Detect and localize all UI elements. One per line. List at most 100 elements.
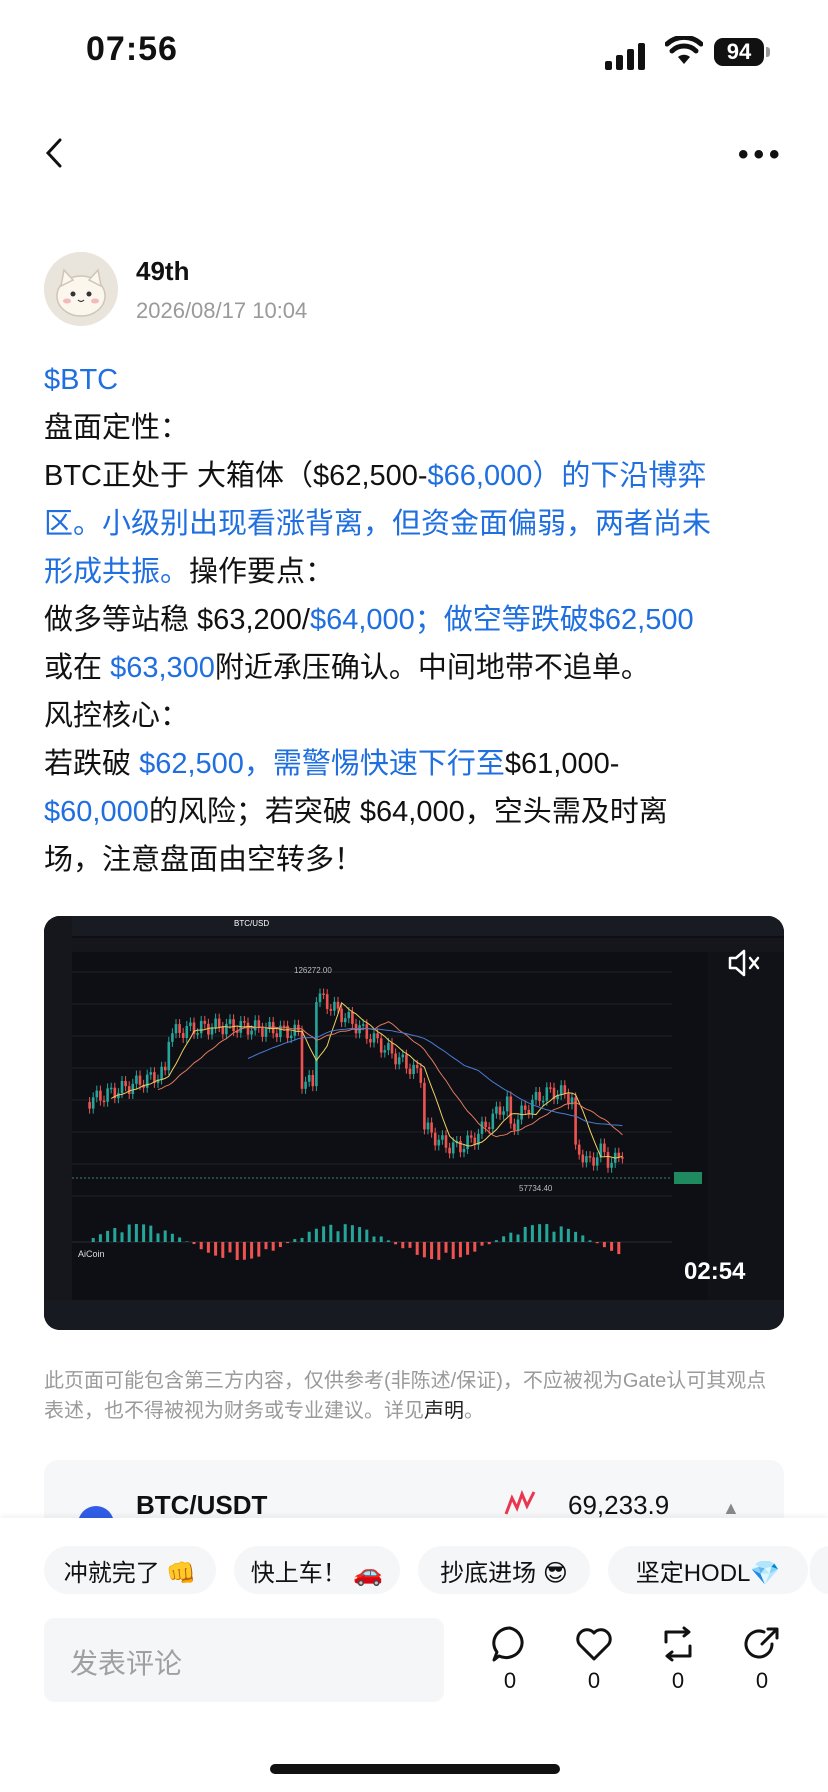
macd-bar	[156, 1233, 160, 1242]
chart-high-label: 126272.00	[294, 966, 332, 975]
post-line: 若跌破 $62,500，需警惕快速下行至$61,000-	[44, 740, 784, 788]
candle-body	[538, 1092, 541, 1102]
candle-body	[243, 1020, 246, 1023]
post-line: 盘面定性：	[44, 404, 784, 452]
candle-body	[185, 1026, 189, 1038]
back-arrow-icon[interactable]	[40, 138, 70, 168]
post-line: 场，注意盘面由空转多！	[44, 836, 784, 884]
macd-bar	[365, 1229, 369, 1242]
quick-reply-chip[interactable]: 坚定HODL💎	[608, 1546, 808, 1594]
macd-bar	[98, 1234, 102, 1242]
candle-body	[199, 1020, 203, 1034]
candle-body	[264, 1027, 268, 1037]
post-link-text[interactable]: 形成共振。	[44, 556, 189, 588]
author-name[interactable]: 49th	[136, 256, 189, 287]
video-duration: 02:54	[684, 1258, 746, 1285]
candle-body	[577, 1144, 581, 1155]
mute-icon[interactable]	[726, 946, 762, 980]
candle-body	[491, 1113, 495, 1129]
candle-body	[379, 1038, 383, 1053]
candle-body	[340, 1008, 343, 1023]
post-link-text[interactable]: $66,000）的下沿博弈	[428, 460, 707, 492]
quick-reply-chip[interactable]: 抄底进场 😎	[418, 1546, 590, 1594]
repost-icon	[664, 1626, 692, 1662]
candle-body	[523, 1105, 527, 1110]
repost-button[interactable]: 0	[650, 1624, 706, 1704]
chevron-up-icon[interactable]: ▲	[722, 1498, 740, 1519]
quick-reply-chip[interactable]: 快上车！ 🚗	[234, 1546, 400, 1594]
candlestick-chart	[72, 952, 784, 1300]
macd-bar	[473, 1242, 477, 1252]
video-chart-toolbar	[72, 938, 784, 952]
candle-body	[275, 1033, 279, 1038]
macd-bar	[350, 1225, 354, 1242]
post-content: $BTC 盘面定性： BTC正处于 大箱体（$62,500-$66,000）的下沿博…	[44, 356, 784, 884]
more-options-icon[interactable]: •••	[738, 140, 785, 170]
candle-body	[217, 1018, 221, 1028]
quick-reply-chip[interactable]: 冲就完了 👊	[44, 1546, 216, 1594]
candle-body	[102, 1100, 106, 1103]
post-link-text[interactable]: $60,000	[44, 796, 149, 828]
candle-body	[610, 1162, 613, 1168]
candle-body	[603, 1143, 606, 1153]
candle-body	[408, 1068, 412, 1075]
macd-bar	[178, 1237, 182, 1242]
candle-body	[135, 1075, 138, 1084]
comment-button[interactable]: 0	[482, 1624, 538, 1704]
macd-bar	[329, 1224, 333, 1242]
macd-bar	[401, 1242, 405, 1249]
candle-body	[369, 1038, 372, 1043]
candle-body	[495, 1106, 498, 1114]
candle-body	[127, 1086, 131, 1094]
post-link-text[interactable]: $63,300	[110, 652, 215, 684]
candle-body	[498, 1106, 502, 1115]
battery-indicator: 94	[714, 38, 764, 66]
macd-bar	[595, 1242, 599, 1244]
macd-bar	[336, 1231, 340, 1242]
candle-body	[592, 1157, 595, 1166]
like-button[interactable]: 0	[566, 1624, 622, 1704]
macd-bar	[451, 1242, 455, 1259]
candle-body	[178, 1024, 181, 1033]
aicoin-watermark: AiCoin	[78, 1249, 105, 1259]
post-link-text[interactable]: $BTC	[44, 364, 118, 396]
post-text: 盘面定性：	[44, 412, 190, 444]
post-line: $60,000的风险；若突破 $64,000，空头需及时离	[44, 788, 784, 836]
candle-body	[228, 1019, 232, 1024]
candle-body	[484, 1121, 487, 1128]
candle-body	[466, 1135, 469, 1150]
macd-bar	[458, 1242, 462, 1258]
post-line: $BTC	[44, 356, 784, 404]
macd-bar	[422, 1242, 426, 1258]
candle-body	[250, 1030, 253, 1035]
post-line: BTC正处于 大箱体（$62,500-$66,000）的下沿博弈	[44, 452, 784, 500]
candle-body	[329, 1008, 333, 1011]
candle-body	[171, 1033, 174, 1042]
candle-body	[246, 1022, 250, 1035]
candle-body	[279, 1025, 282, 1038]
video-player[interactable]: BTC/USD 126272.00 57734.40 AiCoin 02:54	[44, 916, 784, 1330]
share-button[interactable]: 0	[734, 1624, 790, 1704]
post-timestamp: 2026/08/17 10:04	[136, 298, 308, 323]
post-link-text[interactable]: $62,500，需警惕快速下行至	[139, 748, 505, 780]
comment-input[interactable]: 发表评论	[44, 1618, 444, 1702]
candle-body	[325, 994, 329, 1009]
comment-placeholder: 发表评论	[70, 1648, 183, 1679]
post-link-text[interactable]: $64,000；做空等跌破$62,500	[310, 604, 694, 636]
candle-body	[441, 1135, 444, 1140]
status-time: 07:56	[86, 30, 178, 68]
share-icon	[744, 1627, 779, 1659]
macd-bar	[149, 1225, 153, 1242]
candle-body	[437, 1139, 441, 1146]
candle-body	[347, 1012, 351, 1019]
macd-bar	[286, 1242, 290, 1244]
sparkline-icon	[504, 1489, 536, 1515]
avatar[interactable]	[44, 252, 118, 326]
disclaimer-link[interactable]: 声明	[424, 1400, 464, 1422]
candle-body	[300, 1030, 304, 1089]
quick-reply-chip-partial[interactable]	[810, 1546, 828, 1594]
post-link-text[interactable]: 区。小级别出现看涨背离，但资金面偏弱，两者尚未	[44, 508, 711, 540]
macd-bar	[372, 1236, 376, 1242]
candle-body	[419, 1068, 423, 1083]
macd-bar	[214, 1242, 218, 1256]
